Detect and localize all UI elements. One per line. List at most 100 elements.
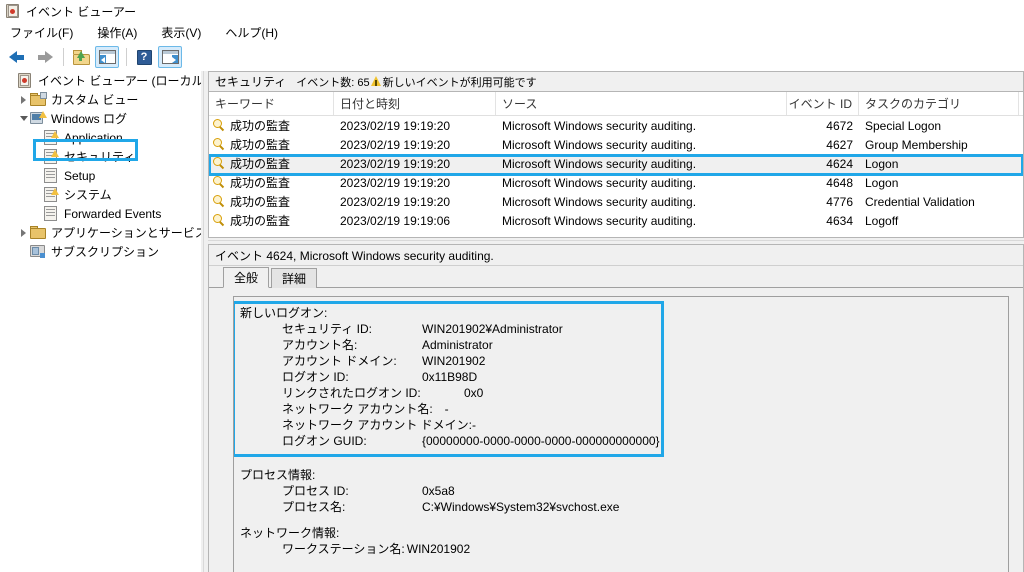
event-list-header: セキュリティ イベント数: 65 新しいイベントが利用可能です [208,71,1024,92]
sidebar-item-6[interactable]: システム [0,185,201,204]
cell-keyword-label: 成功の監査 [230,195,291,209]
detail-field: アカウント名: Administrator [234,337,1008,353]
subscriptions-icon [30,244,46,259]
sidebar-item-7[interactable]: Forwarded Events [0,204,201,223]
detail-section-title: 新しいログオン: [240,306,328,320]
show-action-pane-button[interactable] [158,46,182,68]
detail-field-key: プロセス名: [282,500,346,514]
event-count: イベント数: 65 [296,76,370,89]
show-console-tree-button[interactable] [95,46,119,68]
sidebar-item-9[interactable]: サブスクリプション [0,242,201,261]
cell-datetime: 2023/02/19 19:19:06 [340,213,451,228]
detail-field-key: ネットワーク アカウント ドメイン: [282,418,473,432]
sidebar-item-5[interactable]: Setup [0,166,201,185]
open-saved-log-button[interactable] [69,46,93,68]
detail-field-key: ログオン ID: [282,370,349,384]
toolbar-separator-2 [126,48,127,66]
detail-field-key: アカウント名: [282,338,358,352]
cell-source: Microsoft Windows security auditing. [502,213,697,228]
cell-datetime: 2023/02/19 19:19:20 [340,194,451,209]
new-events-notice: 新しいイベントが利用可能です [382,76,537,89]
help-icon: ? [136,49,152,65]
detail-field: セキュリティ ID: WIN201902¥Administrator [234,321,1008,337]
sidebar-item-0[interactable]: イベント ビューアー (ローカル) [0,71,201,90]
detail-field: ネットワーク アカウント ドメイン:- [234,417,1008,433]
expander-8[interactable] [17,226,30,239]
cell-event-id: 4672 [826,118,853,133]
cell-keyword: 成功の監査 [209,117,334,134]
sidebar-item-1[interactable]: カスタム ビュー [0,90,201,109]
vertical-splitter[interactable] [201,71,208,572]
event-details-tabs: 全般 詳細 [209,266,1023,288]
event-details-body: 新しいログオン: セキュリティ ID: WIN201902¥Administrato… [209,288,1023,572]
table-row[interactable]: 成功の監査 2023/02/19 19:19:20 Microsoft Window… [209,173,1023,192]
detail-section-title: プロセス情報: [240,468,316,482]
sidebar-item-4[interactable]: セキュリティ [0,147,201,166]
cell-source: Microsoft Windows security auditing. [502,137,697,152]
sidebar-item-8[interactable]: アプリケーションとサービス ログ [0,223,201,242]
event-details-pane: イベント 4624, Microsoft Windows security au… [208,244,1024,572]
event-viewer-icon [6,4,20,18]
custom-view-folder-icon [30,92,47,107]
tab-details[interactable]: 詳細 [271,268,318,288]
menu-help[interactable]: ヘルプ(H) [223,22,288,43]
cell-datetime: 2023/02/19 19:19:20 [340,118,451,133]
column-task-category[interactable]: タスクのカテゴリ [859,92,1019,115]
log-warning-icon [43,149,59,164]
cell-task-category: Logon [865,175,899,190]
event-viewer-window: イベント ビューアー ファイル(F) 操作(A) 表示(V) ヘルプ(H) ? … [0,0,1024,572]
detail-field: プロセス名: C:¥Windows¥System32¥svchost.exe [234,499,1008,515]
menu-file[interactable]: ファイル(F) [8,22,83,43]
table-row[interactable]: 成功の監査 2023/02/19 19:19:20 Microsoft Window… [209,135,1023,154]
detail-field-value: 0x0 [464,386,484,400]
cell-task-category: Credential Validation [865,194,975,209]
cell-keyword: 成功の監査 [209,193,334,210]
sidebar-item-2[interactable]: Windows ログ [0,109,201,128]
help-button[interactable]: ? [132,46,156,68]
expander-1[interactable] [17,93,30,106]
column-datetime[interactable]: 日付と時刻 [334,92,496,115]
detail-spacer [234,515,1008,525]
cell-source: Microsoft Windows security auditing. [502,175,697,190]
back-button[interactable] [6,46,30,68]
sidebar-item-label: サブスクリプション [51,245,160,259]
event-list-title: セキュリティ [215,75,287,89]
menu-view[interactable]: 表示(V) [159,22,211,43]
audit-success-icon [213,176,226,189]
cell-task-category: Special Logon [865,118,942,133]
detail-field-value: 0x11B98D [422,370,478,384]
menu-action[interactable]: 操作(A) [95,22,147,43]
horizontal-splitter[interactable] [208,238,1024,244]
column-source[interactable]: ソース [496,92,787,115]
detail-field: アカウント ドメイン: WIN201902 [234,353,1008,369]
sidebar-item-3[interactable]: Application [0,128,201,147]
forward-button[interactable] [32,46,56,68]
event-list: キーワード 日付と時刻 ソース イベント ID タスクのカテゴリ 成功の監査 2023/0… [208,92,1024,238]
forward-arrow-icon [35,49,53,65]
detail-field-key: アカウント ドメイン: [282,354,397,368]
table-row[interactable]: 成功の監査 2023/02/19 19:19:20 Microsoft Window… [209,192,1023,211]
expander-2[interactable] [17,112,30,125]
detail-field-value: WIN201902¥Administrator [422,322,563,336]
detail-field-value: WIN201902 [422,354,486,368]
cell-source: Microsoft Windows security auditing. [502,156,697,171]
detail-field-value: C:¥Windows¥System32¥svchost.exe [422,500,620,514]
detail-field-key: リンクされたログオン ID: [282,386,421,400]
cell-task-category: Logon [865,156,899,171]
detail-field-value: {00000000-0000-0000-0000-000000000000} [422,434,660,448]
event-viewer-root-icon [17,73,33,88]
tab-general[interactable]: 全般 [223,267,270,288]
table-row[interactable]: 成功の監査 2023/02/19 19:19:06 Microsoft Window… [209,211,1023,230]
cell-keyword: 成功の監査 [209,174,334,191]
detail-section: ネットワーク情報: ワークステーション名: WIN201902 [234,525,1008,557]
audit-success-icon [213,157,226,170]
detail-field-key: ネットワーク アカウント名: [282,402,433,416]
detail-field-key: セキュリティ ID: [282,322,372,336]
column-keywords[interactable]: キーワード [209,92,334,115]
table-row[interactable]: 成功の監査 2023/02/19 19:19:20 Microsoft Window… [209,154,1023,173]
sidebar-item-label: カスタム ビュー [51,93,139,107]
detail-field-value: 0x5a8 [422,484,455,498]
table-row[interactable]: 成功の監査 2023/02/19 19:19:20 Microsoft Window… [209,116,1023,135]
column-event-id[interactable]: イベント ID [787,92,859,115]
event-description-box[interactable]: 新しいログオン: セキュリティ ID: WIN201902¥Administrato… [233,296,1009,572]
